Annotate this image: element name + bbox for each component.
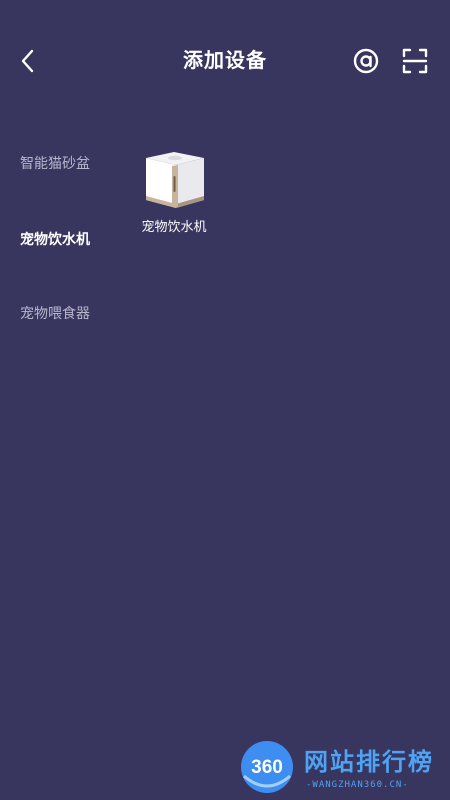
category-item-cat-litter[interactable]: 智能猫砂盆 bbox=[20, 153, 90, 173]
category-item-pet-feeder[interactable]: 宠物喂食器 bbox=[20, 303, 90, 323]
page-title: 添加设备 bbox=[183, 48, 267, 72]
scan-frame-icon bbox=[402, 48, 428, 74]
device-card-water-fountain[interactable]: 宠物饮水机 bbox=[132, 148, 216, 238]
360-logo-icon: 360 bbox=[241, 741, 293, 793]
watermark-title: 网站排行榜 bbox=[304, 748, 434, 776]
pet-water-fountain-image bbox=[146, 152, 204, 208]
at-sign-icon bbox=[353, 48, 379, 74]
watermark-subtitle: -WANGZHAN360.CN- bbox=[306, 780, 409, 790]
header-bar: 添加设备 bbox=[0, 0, 450, 120]
device-label: 宠物饮水机 bbox=[141, 220, 207, 235]
watermark: 360 网站排行榜 -WANGZHAN360.CN- bbox=[238, 736, 450, 798]
svg-text:360: 360 bbox=[251, 757, 283, 778]
category-item-water-fountain[interactable]: 宠物饮水机 bbox=[20, 229, 90, 249]
at-button[interactable] bbox=[352, 47, 380, 75]
scan-button[interactable] bbox=[401, 47, 429, 75]
